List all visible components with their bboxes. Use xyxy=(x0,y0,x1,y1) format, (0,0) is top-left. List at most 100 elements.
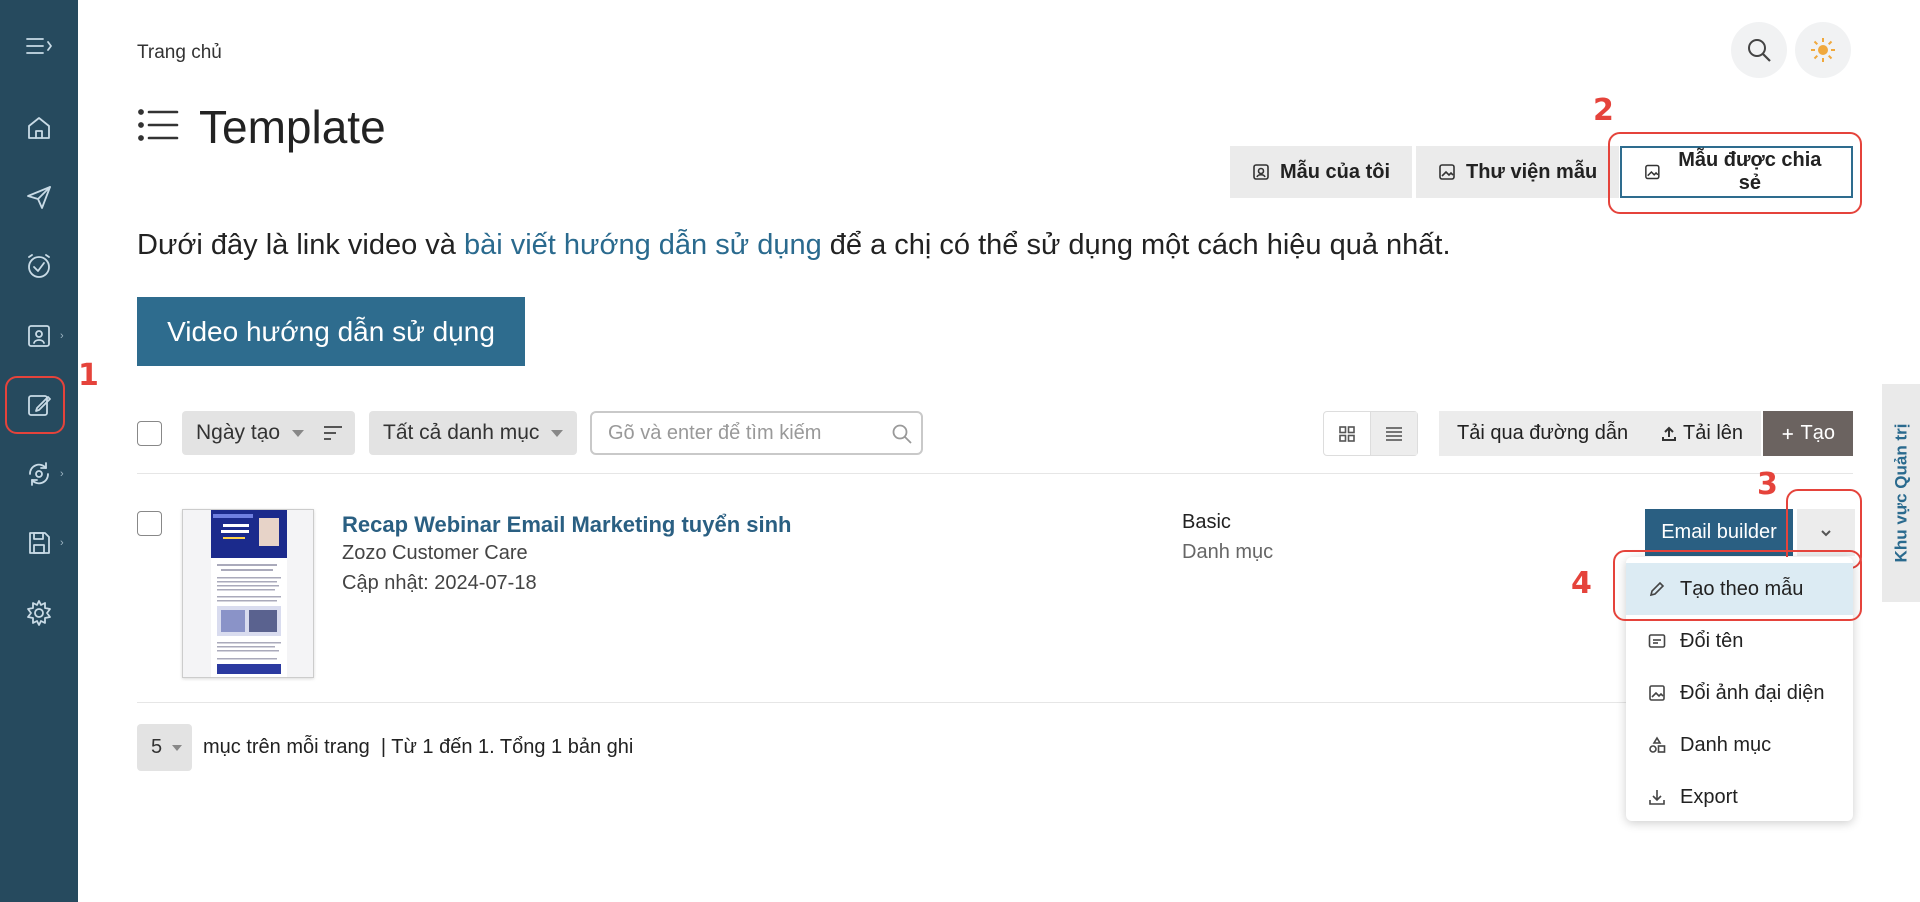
chevron-right-icon: › xyxy=(60,330,64,342)
sort-field-select[interactable]: Ngày tạo xyxy=(182,411,319,455)
template-updated-date: Cập nhật: 2024-07-18 xyxy=(342,572,537,594)
category-select[interactable]: Tất cả danh mục xyxy=(369,411,578,455)
sort-order-button[interactable] xyxy=(311,411,355,455)
intro-text: Dưới đây là link video và bài viết hướng… xyxy=(137,229,1451,262)
list-view-button[interactable] xyxy=(1370,412,1417,455)
chevron-down-icon xyxy=(1821,529,1831,536)
divider xyxy=(137,473,1853,474)
shapes-icon xyxy=(1649,736,1666,753)
admin-area-tab[interactable]: Khu vực Quản trị xyxy=(1882,384,1920,602)
menu-item-label: Export xyxy=(1680,785,1738,808)
theme-toggle-button[interactable] xyxy=(1795,22,1851,78)
menu-toggle-icon[interactable] xyxy=(0,18,78,74)
intro-text-before: Dưới đây là link video và xyxy=(137,229,464,261)
divider xyxy=(137,702,1853,703)
search-icon xyxy=(892,424,912,444)
more-actions-toggle[interactable] xyxy=(1797,509,1855,556)
annotation-box-1 xyxy=(5,376,65,434)
email-preview-image xyxy=(183,510,313,677)
record-summary: | Từ 1 đến 1. Tổng 1 bản ghi xyxy=(380,736,634,758)
caret-down-icon xyxy=(292,429,305,437)
menu-item-rename[interactable]: Đổi tên xyxy=(1626,615,1853,667)
search-input[interactable] xyxy=(592,413,872,453)
template-type: Basic xyxy=(1182,511,1231,533)
sync-icon[interactable]: › xyxy=(0,446,78,502)
chevron-right-icon: › xyxy=(60,537,64,549)
caret-down-icon xyxy=(551,429,564,437)
tab-label: Thư viện mẫu xyxy=(1466,160,1598,183)
annotation-number-4: 4 xyxy=(1571,566,1592,601)
pencil-icon xyxy=(1649,581,1665,597)
template-category: Danh mục xyxy=(1182,541,1274,563)
per-page-select[interactable]: 5 xyxy=(137,724,192,771)
upload-button[interactable]: Tải lên xyxy=(1643,411,1762,456)
actions-menu: Tạo theo mẫu Đổi tên Đổi ảnh đại diện Da… xyxy=(1626,557,1853,821)
list-icon xyxy=(1386,426,1402,441)
upload-by-link-button[interactable]: Tải qua đường dẫn xyxy=(1439,411,1647,456)
tab-shared-templates[interactable]: Mẫu được chia sẻ xyxy=(1620,146,1853,198)
guide-article-link[interactable]: bài viết hướng dẫn sử dụng xyxy=(464,229,822,261)
caret-down-icon xyxy=(172,744,183,751)
menu-item-category[interactable]: Danh mục xyxy=(1626,719,1853,771)
sun-icon xyxy=(1811,38,1835,62)
pagination-info: mục trên mỗi trang | Từ 1 đến 1. Tổng 1 … xyxy=(203,736,633,759)
grid-view-button[interactable] xyxy=(1324,412,1370,455)
template-thumbnail[interactable] xyxy=(182,509,314,678)
grid-icon xyxy=(1339,425,1355,442)
annotation-number-1: 1 xyxy=(78,358,99,393)
admin-area-label: Khu vực Quản trị xyxy=(1891,423,1911,563)
row-checkbox[interactable] xyxy=(137,511,162,536)
menu-item-label: Đổi tên xyxy=(1680,629,1744,652)
list-icon xyxy=(137,107,179,148)
save-icon[interactable]: › xyxy=(0,515,78,571)
video-guide-button[interactable]: Video hướng dẫn sử dụng xyxy=(137,297,525,366)
search-icon xyxy=(1748,39,1771,62)
menu-item-label: Tạo theo mẫu xyxy=(1680,577,1804,600)
alarm-check-icon[interactable] xyxy=(0,238,78,294)
chevron-right-icon: › xyxy=(60,468,64,480)
menu-item-change-thumbnail[interactable]: Đổi ảnh đại diện xyxy=(1626,667,1853,719)
settings-icon[interactable] xyxy=(0,585,78,641)
upload-label: Tải lên xyxy=(1683,422,1744,444)
page-title: Template xyxy=(199,101,386,153)
menu-item-label: Danh mục xyxy=(1680,733,1772,756)
search-field xyxy=(590,411,923,455)
per-page-value: 5 xyxy=(151,736,163,758)
search-button[interactable] xyxy=(1731,22,1787,78)
send-icon[interactable] xyxy=(0,169,78,225)
create-label: Tạo xyxy=(1800,422,1835,444)
menu-item-create-from-template[interactable]: Tạo theo mẫu xyxy=(1626,563,1853,615)
plus-icon xyxy=(1782,428,1793,439)
tab-template-library[interactable]: Thư viện mẫu xyxy=(1416,146,1620,198)
tab-my-templates[interactable]: Mẫu của tôi xyxy=(1230,146,1413,198)
breadcrumb[interactable]: Trang chủ xyxy=(137,42,222,64)
page-header: Template xyxy=(137,100,386,154)
template-owner: Zozo Customer Care xyxy=(342,542,528,564)
view-toggle xyxy=(1323,411,1418,456)
create-button[interactable]: Tạo xyxy=(1763,411,1853,456)
image-icon xyxy=(1439,164,1455,180)
category-label: Tất cả danh mục xyxy=(383,421,540,444)
per-page-label: mục trên mỗi trang xyxy=(203,736,370,758)
contacts-icon[interactable]: › xyxy=(0,308,78,364)
intro-text-after: để a chị có thể sử dụng một cách hiệu qu… xyxy=(821,229,1451,261)
user-card-icon xyxy=(1253,164,1269,180)
annotation-number-2: 2 xyxy=(1593,93,1614,128)
menu-item-export[interactable]: Export xyxy=(1626,771,1853,823)
email-builder-button[interactable]: Email builder xyxy=(1645,509,1793,556)
menu-item-label: Đổi ảnh đại diện xyxy=(1680,681,1825,704)
template-title-link[interactable]: Recap Webinar Email Marketing tuyển sinh xyxy=(342,512,792,538)
tab-label: Mẫu được chia sẻ xyxy=(1678,149,1822,194)
rename-icon xyxy=(1648,634,1666,648)
download-icon xyxy=(1649,790,1665,805)
sort-icon xyxy=(324,426,342,440)
home-icon[interactable] xyxy=(0,100,78,156)
image-icon xyxy=(1645,164,1660,180)
image-icon xyxy=(1649,685,1665,701)
sidebar: › › › xyxy=(0,0,78,902)
select-all-checkbox[interactable] xyxy=(137,421,162,446)
tab-label: Mẫu của tôi xyxy=(1280,160,1391,183)
upload-icon xyxy=(1662,426,1676,441)
sort-field-label: Ngày tạo xyxy=(196,421,281,444)
annotation-number-3: 3 xyxy=(1757,467,1778,502)
